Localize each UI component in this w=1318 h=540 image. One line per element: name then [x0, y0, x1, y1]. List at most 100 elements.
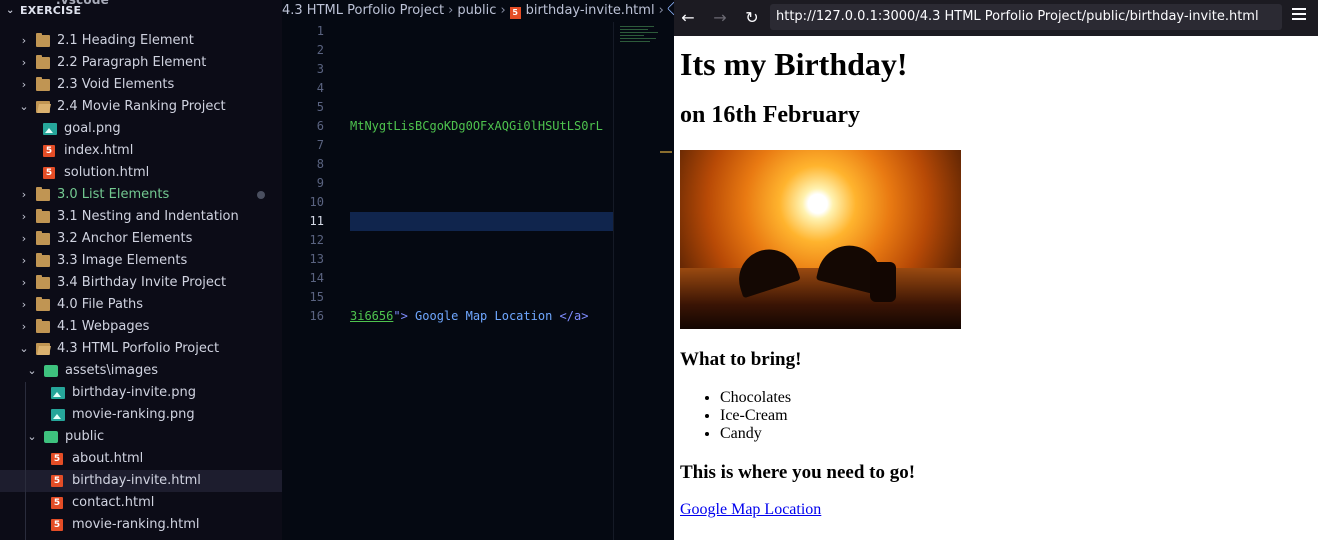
- reload-icon[interactable]: ↻: [740, 6, 764, 30]
- chevron-right-icon: ›: [658, 3, 664, 18]
- forward-arrow-icon[interactable]: →: [708, 6, 732, 30]
- folder-2-4-movie-ranking-project[interactable]: ⌄ 2.4 Movie Ranking Project: [0, 96, 282, 118]
- chevron-right-icon[interactable]: ›: [18, 316, 30, 338]
- tree-item-label: 4.3 HTML Porfolio Project: [57, 341, 220, 356]
- rendered-page: Its my Birthday! on 16th February What t…: [674, 36, 1318, 540]
- browser-window: ← → ↻ http://127.0.0.1:3000/4.3 HTML Por…: [674, 0, 1318, 540]
- folder-icon: [36, 231, 50, 245]
- file-contact-html[interactable]: 5 contact.html: [0, 492, 282, 514]
- bring-heading: What to bring!: [680, 349, 802, 370]
- breadcrumb-subfolder[interactable]: public: [457, 3, 496, 18]
- folder-icon: [36, 209, 50, 223]
- chevron-right-icon[interactable]: ›: [18, 206, 30, 228]
- folder-icon: [36, 297, 50, 311]
- folder-icon: [36, 33, 50, 47]
- html-file-icon: 5: [509, 7, 521, 19]
- chevron-right-icon[interactable]: ›: [18, 272, 30, 294]
- code-editor[interactable]: 4.3 HTML Porfolio Project › public › 5 birthd…: [282, 0, 674, 540]
- chevron-right-icon[interactable]: ›: [18, 74, 30, 96]
- modified-dot-icon: [257, 191, 265, 199]
- list-item: Ice-Cream: [720, 407, 791, 425]
- file-goal-png[interactable]: goal.png: [0, 118, 282, 140]
- folder-4-0-file-paths[interactable]: › 4.0 File Paths: [0, 294, 282, 316]
- tree-item-label: about.html: [72, 451, 144, 466]
- chevron-right-icon[interactable]: ›: [18, 52, 30, 74]
- minimap[interactable]: [620, 26, 660, 46]
- html-file-icon: 5: [51, 475, 63, 487]
- code-close-tag-open: </: [559, 309, 574, 323]
- browser-toolbar: ← → ↻ http://127.0.0.1:3000/4.3 HTML Por…: [674, 0, 1318, 36]
- folder-3-0-list-elements[interactable]: › 3.0 List Elements: [0, 184, 282, 206]
- folder-3-3-image-elements[interactable]: › 3.3 Image Elements: [0, 250, 282, 272]
- tree-item-label: 3.1 Nesting and Indentation: [57, 209, 239, 224]
- folder-open-icon: [44, 431, 58, 443]
- google-map-link[interactable]: Google Map Location: [680, 501, 821, 519]
- folder-icon: [36, 253, 50, 267]
- tree-item-label: birthday-invite.html: [72, 473, 201, 488]
- chevron-right-icon[interactable]: ›: [18, 30, 30, 52]
- folder-2-2-paragraph-element[interactable]: › 2.2 Paragraph Element: [0, 52, 282, 74]
- folder-icon: [36, 275, 50, 289]
- file-movie-ranking-png[interactable]: movie-ranking.png: [0, 404, 282, 426]
- code-line-16[interactable]: 3i6656"> Google Map Location </a>: [350, 307, 588, 326]
- folder-3-4-birthday-invite-project[interactable]: › 3.4 Birthday Invite Project: [0, 272, 282, 294]
- chevron-down-icon[interactable]: ⌄: [18, 338, 30, 360]
- folder-open-icon: [44, 365, 58, 377]
- folder-4-3-html-porfolio-project[interactable]: ⌄ 4.3 HTML Porfolio Project: [0, 338, 282, 360]
- line-number: 7: [316, 138, 324, 152]
- folder-3-1-nesting-and-indentation[interactable]: › 3.1 Nesting and Indentation: [0, 206, 282, 228]
- chevron-down-icon[interactable]: ⌄: [26, 360, 38, 382]
- line-number: 9: [316, 176, 324, 190]
- tree-item-label: 4.1 Webpages: [57, 319, 150, 334]
- html-file-icon: 5: [43, 145, 55, 157]
- file-solution-html[interactable]: 5 solution.html: [0, 162, 282, 184]
- folder-3-2-anchor-elements[interactable]: › 3.2 Anchor Elements: [0, 228, 282, 250]
- chevron-right-icon[interactable]: ›: [18, 294, 30, 316]
- html-file-icon: 5: [51, 497, 63, 509]
- chevron-right-icon[interactable]: ›: [18, 184, 30, 206]
- line-number: 6: [316, 119, 324, 133]
- code-link-text: Google Map Location: [407, 309, 560, 323]
- line-number: 4: [316, 81, 324, 95]
- file-birthday-invite-png[interactable]: birthday-invite.png: [0, 382, 282, 404]
- line-number: 5: [316, 100, 324, 114]
- chevron-right-icon[interactable]: ›: [18, 228, 30, 250]
- folder-icon: [36, 319, 50, 333]
- editor-ruler: [613, 22, 614, 540]
- tree-item-label: 2.1 Heading Element: [57, 33, 194, 48]
- where-heading: This is where you need to go!: [680, 462, 916, 483]
- folder-2-1-heading-element[interactable]: › 2.1 Heading Element: [0, 30, 282, 52]
- tree-item-label: 3.3 Image Elements: [57, 253, 188, 268]
- page-subheading: on 16th February: [680, 102, 860, 128]
- file-movie-ranking-html[interactable]: 5 movie-ranking.html: [0, 514, 282, 536]
- breadcrumb-folder[interactable]: 4.3 HTML Porfolio Project: [282, 3, 444, 18]
- chevron-right-icon[interactable]: ›: [18, 250, 30, 272]
- tree-item-label: 3.4 Birthday Invite Project: [57, 275, 227, 290]
- file-birthday-invite-html[interactable]: 5 birthday-invite.html: [0, 470, 282, 492]
- html-file-icon: 5: [51, 519, 63, 531]
- tree-item-label: 2.4 Movie Ranking Project: [57, 99, 226, 114]
- tree-item-label: public: [65, 429, 105, 444]
- breadcrumb-file[interactable]: birthday-invite.html: [526, 3, 655, 18]
- folder-4-1-webpages[interactable]: › 4.1 Webpages: [0, 316, 282, 338]
- sunset-yoga-image: [680, 150, 961, 329]
- file-index-html[interactable]: 5 index.html: [0, 140, 282, 162]
- explorer-sidebar: ⌄ EXERCISE .vscode › 2.1 Heading Element ›…: [0, 0, 282, 540]
- folder-public[interactable]: ⌄ public: [0, 426, 282, 448]
- breadcrumb: 4.3 HTML Porfolio Project › public › 5 birthd…: [282, 0, 674, 22]
- chevron-down-icon[interactable]: ⌄: [18, 96, 30, 118]
- address-bar[interactable]: http://127.0.0.1:3000/4.3 HTML Porfolio …: [770, 4, 1282, 30]
- folder-2-3-void-elements[interactable]: › 2.3 Void Elements: [0, 74, 282, 96]
- code-close-tag-end: >: [581, 309, 589, 323]
- code-line-6[interactable]: MtNygtLisBCgoKDg0OFxAQGi0lHSUtLS0rL: [350, 117, 603, 136]
- line-number: 12: [309, 233, 324, 247]
- hamburger-menu-icon[interactable]: [1292, 8, 1306, 23]
- scrollbar-marker[interactable]: [660, 151, 672, 153]
- list-item: Candy: [720, 425, 791, 443]
- folder-assets-images[interactable]: ⌄ assets\images: [0, 360, 282, 382]
- explorer-section-header[interactable]: ⌄ EXERCISE .vscode: [0, 0, 282, 22]
- tree-item-label: 2.3 Void Elements: [57, 77, 175, 92]
- file-about-html[interactable]: 5 about.html: [0, 448, 282, 470]
- back-arrow-icon[interactable]: ←: [676, 6, 700, 30]
- chevron-down-icon[interactable]: ⌄: [26, 426, 38, 448]
